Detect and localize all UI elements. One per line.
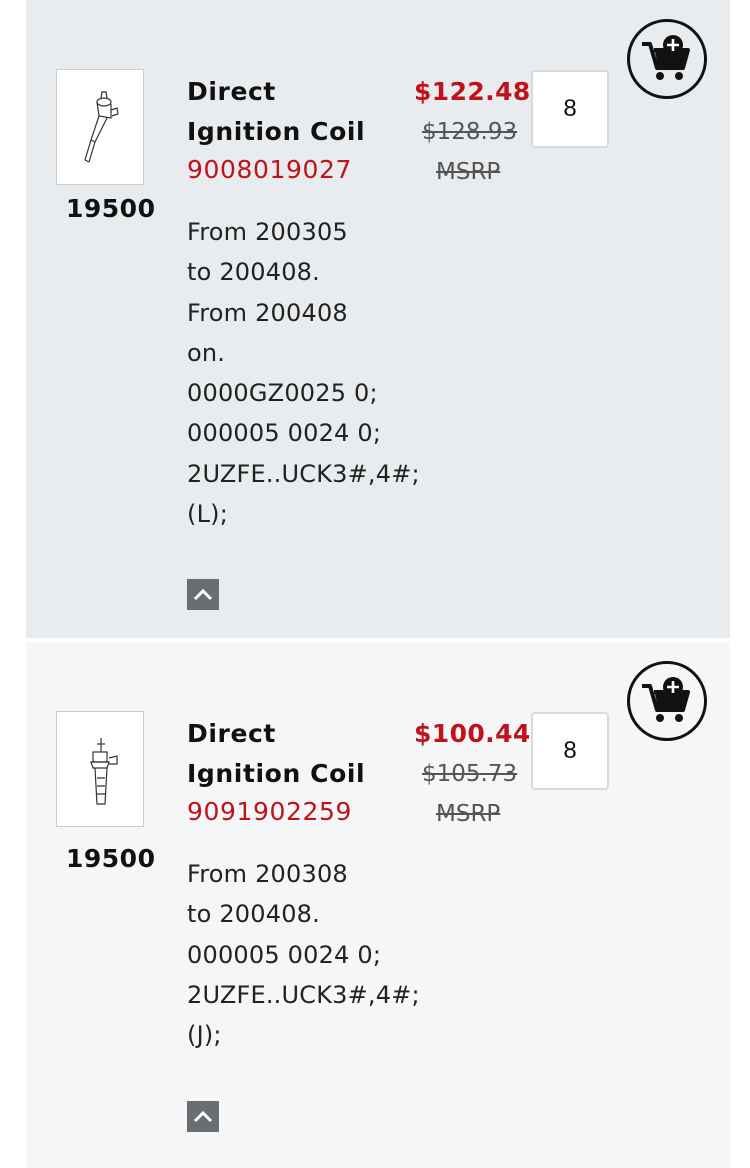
fitment-note-line: From 200408 (187, 298, 348, 327)
chevron-up-icon (193, 1110, 213, 1123)
fitment-note-line: 2UZFE..UCK3#,4#; (187, 980, 420, 1009)
fitment-note-line: 0000GZ0025 0; (187, 379, 378, 408)
callout-number: 19500 (66, 194, 156, 223)
add-to-cart-button[interactable] (627, 19, 707, 99)
ignition-coil-diagram (90, 738, 118, 805)
cart-add-icon (642, 35, 690, 80)
fitment-notes: From 200308 to 200408. 000005 0024 0; 2U… (187, 854, 447, 1055)
chevron-up-icon (193, 588, 213, 601)
fitment-note-line: 000005 0024 0; (187, 419, 382, 448)
part-name[interactable]: Direct Ignition Coil (187, 714, 397, 794)
part-number-link[interactable]: 9008019027 (187, 150, 352, 190)
fitment-notes: From 200305 to 200408. From 200408 on. 0… (187, 212, 447, 534)
collapse-button[interactable] (187, 1101, 219, 1132)
msrp-price: $105.73 (422, 761, 518, 787)
collapse-button[interactable] (187, 579, 219, 610)
msrp-label: MSRP (436, 801, 501, 827)
fitment-note-line: (L); (187, 500, 228, 529)
quantity-input[interactable] (531, 712, 609, 790)
add-to-cart-button[interactable] (627, 661, 707, 741)
fitment-note-line: to 200408. (187, 900, 320, 929)
product-card: 19500 Direct Ignition Coil 9008019027 $1… (26, 0, 730, 638)
fitment-note-line: From 200305 (187, 218, 348, 246)
fitment-note-line: 000005 0024 0; (187, 940, 382, 969)
cart-add-icon (642, 677, 690, 722)
product-card: 19500 Direct Ignition Coil 9091902259 $1… (26, 642, 730, 1168)
fitment-note-line: 2UZFE..UCK3#,4#; (187, 459, 420, 488)
fitment-note-line: on. (187, 338, 226, 367)
part-thumbnail[interactable] (56, 711, 144, 827)
fitment-note-line: From 200308 (187, 860, 348, 888)
fitment-note-line: to 200408. (187, 258, 320, 287)
quantity-input[interactable] (531, 70, 609, 148)
fitment-note-line: (J); (187, 1021, 222, 1050)
ignition-coil-diagram (84, 91, 119, 163)
part-name[interactable]: Direct Ignition Coil (187, 72, 397, 152)
part-thumbnail[interactable] (56, 69, 144, 185)
sale-price: $122.48 (414, 77, 531, 106)
msrp-price: $128.93 (422, 119, 518, 145)
part-number-link[interactable]: 9091902259 (187, 792, 352, 832)
msrp-label: MSRP (436, 159, 501, 185)
sale-price: $100.44 (414, 719, 531, 748)
callout-number: 19500 (66, 844, 156, 873)
